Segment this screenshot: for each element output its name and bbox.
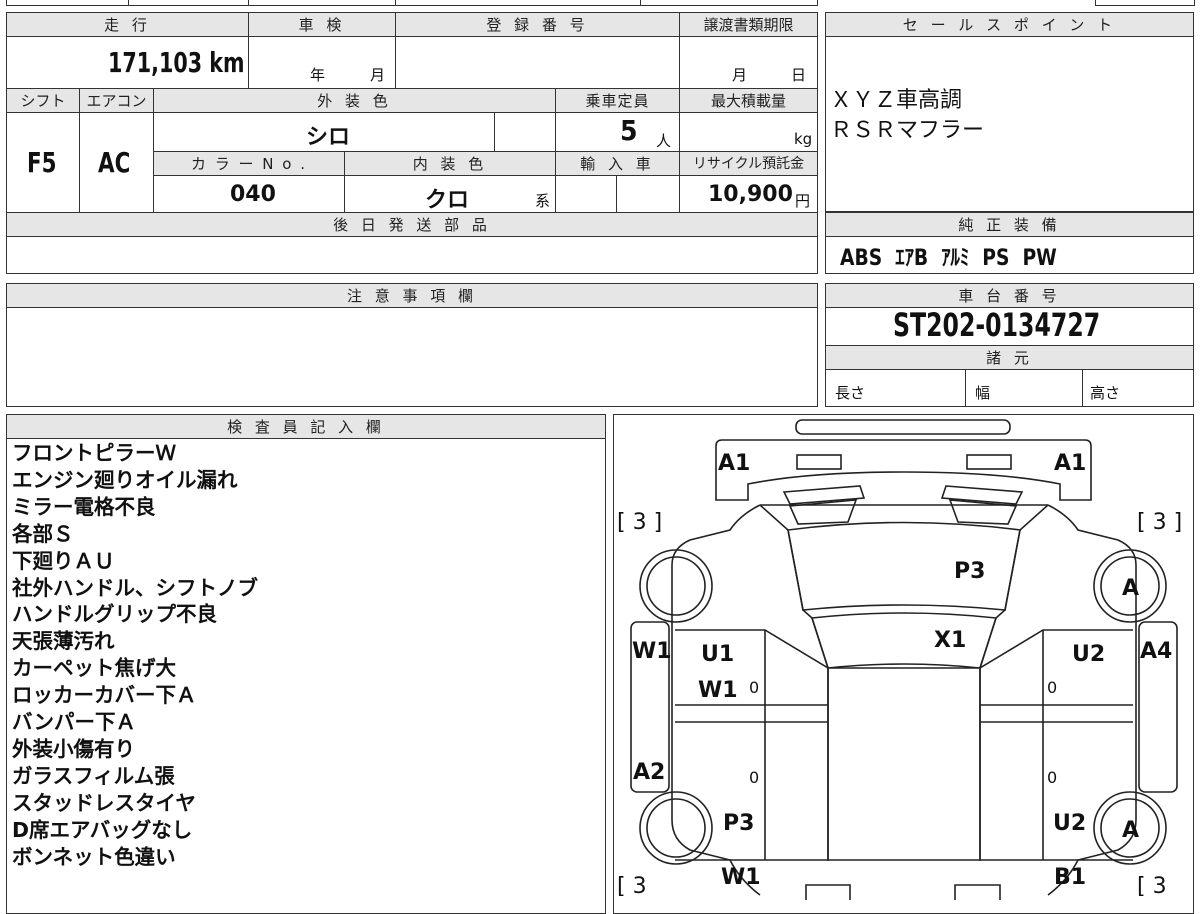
label-a4-right: A4 xyxy=(1140,639,1173,664)
label-tire-rr: [ 3 xyxy=(1137,874,1167,899)
label-w1-left-pillar: W1 xyxy=(632,639,672,664)
label-a1-left: A1 xyxy=(718,451,751,476)
car-outline-diagram xyxy=(630,419,1178,900)
label-zero-1: 0 xyxy=(749,678,760,697)
label-zero-3: 0 xyxy=(749,768,760,787)
label-tire-rl: [ 3 xyxy=(617,874,647,899)
label-tire-fl: [ 3 ] xyxy=(617,510,663,535)
label-a-rear-right: A xyxy=(1122,818,1140,843)
label-tire-fr: [ 3 ] xyxy=(1137,510,1183,535)
label-zero-2: 0 xyxy=(1047,678,1058,697)
label-u2-rear-right: U2 xyxy=(1053,811,1087,836)
label-u2-front-right: U2 xyxy=(1072,642,1106,667)
label-zero-4: 0 xyxy=(1047,768,1058,787)
label-a-front-right: A xyxy=(1122,576,1140,601)
label-w1-rear-left: W1 xyxy=(721,865,761,890)
label-b1-rear-right: B1 xyxy=(1054,865,1087,890)
label-u1-front-left: U1 xyxy=(701,642,735,667)
label-a2-left: A2 xyxy=(633,760,666,785)
label-w1-front-left: W1 xyxy=(698,678,738,703)
label-a1-right: A1 xyxy=(1054,451,1087,476)
label-p3-hood: P3 xyxy=(954,559,986,584)
label-p3-rear-left: P3 xyxy=(723,811,755,836)
label-x1-windshield: X1 xyxy=(934,628,967,653)
